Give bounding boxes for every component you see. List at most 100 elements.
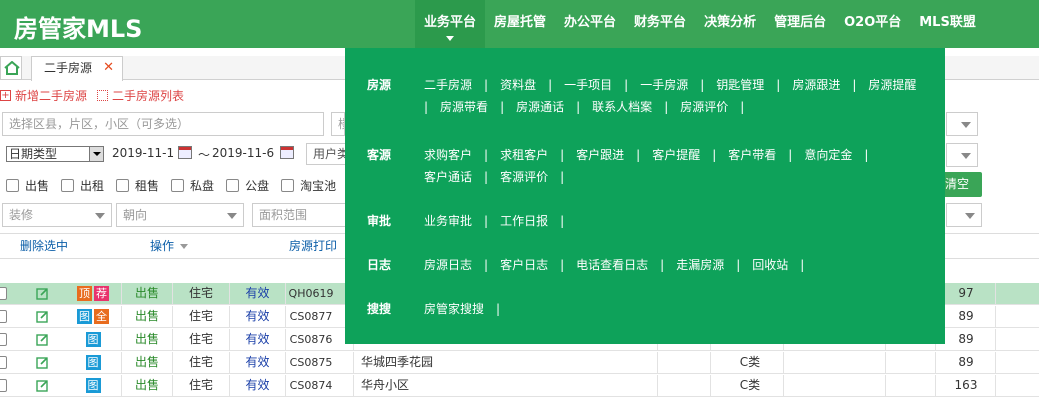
decoration-select[interactable]: 装修 [2, 203, 112, 227]
dropdown-link[interactable]: 房源评价 [680, 96, 728, 118]
checkbox-box[interactable] [6, 179, 19, 192]
dropdown-link[interactable]: 求租客户 [500, 144, 548, 166]
checkbox-box[interactable] [171, 179, 185, 192]
dropdown-link[interactable]: 客户日志 [500, 254, 548, 276]
nav-item-business[interactable]: 业务平台 [415, 0, 486, 48]
row-type: 出售 [134, 355, 159, 369]
table-row[interactable]: 图 出售 住宅 有效 CS0875 华城四季花园 C类 89 [0, 352, 1039, 374]
column-divider [657, 375, 658, 397]
checkbox-pool[interactable]: 淘宝池 [281, 177, 336, 194]
date-type-select[interactable]: 日期类型 [6, 146, 104, 162]
add-listing-button[interactable]: + 新增二手房源 [0, 87, 87, 104]
nav-item-admin[interactable]: 管理后台 [765, 0, 835, 48]
tag-badge: 图 [85, 355, 101, 370]
row-checkbox[interactable] [0, 287, 7, 300]
dropdown-link[interactable]: 走漏房源 [676, 254, 724, 276]
home-icon [4, 61, 20, 75]
separator: | [560, 258, 565, 272]
nav-item-analytics[interactable]: 决策分析 [695, 0, 765, 48]
user-type-select[interactable]: 用户类 [306, 143, 346, 165]
checkbox-public[interactable]: 公盘 [226, 177, 269, 194]
nav-item-mls[interactable]: MLS联盟 [910, 0, 985, 48]
operation-header[interactable]: 操作 [150, 234, 189, 258]
row-code[interactable]: CS0877 [286, 306, 336, 328]
dropdown-link[interactable]: 意向定金 [804, 144, 852, 166]
row-status: 有效 [245, 309, 270, 323]
add-listing-label: 新增二手房源 [15, 88, 88, 103]
checkbox-private[interactable]: 私盘 [171, 177, 214, 194]
operation-label: 操作 [150, 239, 175, 253]
checkbox-rent[interactable]: 出租 [61, 177, 104, 194]
dropdown-link[interactable]: 客户带看 [728, 144, 776, 166]
row-code[interactable]: QH0619 [286, 283, 336, 305]
dropdown-link[interactable]: 客户提醒 [652, 144, 700, 166]
region-input[interactable]: 选择区县，片区，小区（可多选） [2, 112, 324, 136]
row-checkbox[interactable] [0, 333, 7, 346]
dropdown-link[interactable]: 客户通话 [424, 166, 472, 188]
row-checkbox[interactable] [0, 310, 7, 323]
separator: | [560, 214, 565, 228]
dropdown-link[interactable]: 房源日志 [424, 254, 472, 276]
dropdown-link[interactable]: 求购客户 [424, 144, 472, 166]
row-checkbox[interactable] [0, 356, 7, 369]
dropdown-link[interactable]: 房源带看 [440, 96, 488, 118]
print-header[interactable]: 房源打印 [289, 234, 337, 258]
dropdown-link[interactable]: 客户跟进 [576, 144, 624, 166]
checkbox-sale[interactable]: 出售 [6, 177, 49, 194]
edit-icon[interactable] [36, 287, 49, 300]
delete-selected-button[interactable]: 删除选中 [20, 234, 68, 258]
dropdown-link[interactable]: 工作日报 [500, 210, 548, 232]
right-select-3[interactable] [946, 203, 982, 227]
dropdown-link[interactable]: 联系人档案 [592, 96, 652, 118]
dropdown-link[interactable]: 房源提醒 [868, 74, 916, 96]
row-tags: 图 [70, 375, 118, 397]
checkbox-box[interactable] [116, 179, 130, 192]
edit-icon[interactable] [36, 356, 49, 369]
dropdown-link[interactable]: 房源通话 [516, 96, 564, 118]
separator: | [800, 258, 805, 272]
tab-second-hand[interactable]: 二手房源 ✕ [31, 56, 123, 81]
dropdown-link[interactable]: 业务审批 [424, 210, 472, 232]
edit-icon[interactable] [36, 333, 49, 346]
listing-list-button[interactable]: 二手房源列表 [97, 87, 184, 104]
checkbox-box[interactable] [226, 179, 240, 192]
right-select-2[interactable] [946, 143, 978, 167]
row-code[interactable]: CS0875 [286, 352, 336, 374]
row-type: 出售 [134, 286, 159, 300]
row-status: 有效 [245, 355, 270, 369]
dropdown-link[interactable]: 钥匙管理 [716, 74, 764, 96]
checkbox-box[interactable] [61, 179, 75, 192]
dropdown-link[interactable]: 房管家搜搜 [424, 298, 484, 320]
column-divider [995, 329, 996, 351]
calendar-icon[interactable] [280, 146, 294, 159]
nav-item-finance[interactable]: 财务平台 [625, 0, 695, 48]
separator: | [712, 148, 717, 162]
area-range-input[interactable]: 面积范围 [252, 203, 346, 227]
nav-item-o2o[interactable]: O2O平台 [835, 0, 910, 48]
table-row[interactable]: 图 出售 住宅 有效 CS0874 华舟小区 C类 163 [0, 375, 1039, 397]
right-select-1[interactable] [946, 112, 978, 136]
dropdown-link[interactable]: 客源评价 [500, 166, 548, 188]
home-button[interactable] [0, 56, 22, 80]
row-code[interactable]: CS0876 [286, 329, 336, 351]
date-to[interactable]: 2019-11-6 [212, 146, 274, 160]
date-from[interactable]: 2019-11-1 [112, 146, 174, 160]
row-code[interactable]: CS0874 [286, 375, 336, 397]
close-icon[interactable]: ✕ [103, 57, 114, 79]
nav-item-office[interactable]: 办公平台 [555, 0, 625, 48]
dropdown-link[interactable]: 一手项目 [564, 74, 612, 96]
edit-icon[interactable] [36, 310, 49, 323]
checkbox-box[interactable] [281, 179, 295, 192]
dropdown-link[interactable]: 一手房源 [640, 74, 688, 96]
orientation-select[interactable]: 朝向 [116, 203, 244, 227]
date-type-value: 日期类型 [9, 147, 58, 161]
building-input[interactable]: 楼 [331, 112, 345, 136]
dropdown-link[interactable]: 电话查看日志 [576, 254, 648, 276]
dropdown-link[interactable]: 回收站 [752, 254, 788, 276]
checkbox-rent-sale[interactable]: 租售 [116, 177, 159, 194]
dropdown-link[interactable]: 资料盘 [500, 74, 536, 96]
calendar-icon[interactable] [178, 146, 192, 159]
dropdown-link[interactable]: 二手房源 [424, 74, 472, 96]
dropdown-link[interactable]: 房源跟进 [792, 74, 840, 96]
nav-item-hosting[interactable]: 房屋托管 [485, 0, 555, 48]
